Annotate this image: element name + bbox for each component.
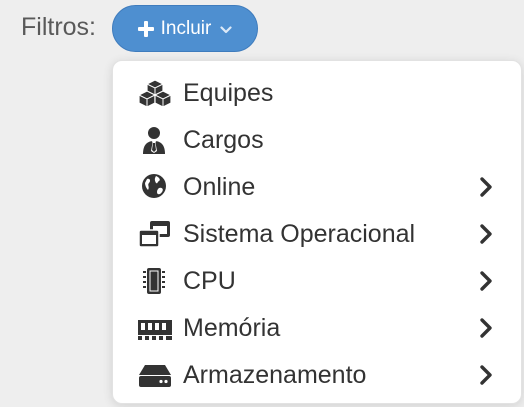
chevron-right-icon (480, 177, 492, 197)
menu-item-cargos[interactable]: Cargos (113, 117, 521, 163)
globe-icon (142, 174, 166, 198)
chevron-right-icon (480, 318, 492, 338)
chevron-down-icon (220, 25, 232, 33)
menu-item-online[interactable]: Online (113, 164, 521, 210)
cubes-icon (138, 79, 172, 107)
filter-dropdown-menu: Equipes Cargos Online Sistema Operaciona… (112, 60, 522, 404)
microchip-icon (143, 268, 165, 294)
hdd-icon (139, 365, 171, 387)
chevron-right-icon (480, 224, 492, 244)
include-button[interactable]: Incluir (112, 5, 258, 52)
menu-item-label: CPU (183, 267, 236, 295)
windows-restore-icon (138, 221, 170, 248)
menu-item-equipes[interactable]: Equipes (113, 70, 521, 116)
menu-item-label: Online (183, 173, 256, 201)
filter-bar: Filtros: Incluir (0, 0, 524, 56)
chevron-right-icon (480, 365, 492, 385)
menu-item-label: Cargos (183, 126, 264, 154)
plus-icon (137, 20, 154, 37)
memory-icon (138, 320, 172, 340)
menu-item-armazenamento[interactable]: Armazenamento (113, 352, 521, 398)
menu-item-label: Memória (183, 314, 281, 342)
filters-label: Filtros: (21, 13, 96, 41)
menu-item-memoria[interactable]: Memória (113, 305, 521, 351)
menu-item-label: Armazenamento (183, 361, 367, 389)
include-button-label: Incluir (160, 17, 212, 39)
menu-item-label: Sistema Operacional (183, 220, 416, 248)
menu-item-sistema-operacional[interactable]: Sistema Operacional (113, 211, 521, 257)
chevron-right-icon (480, 271, 492, 291)
menu-item-cpu[interactable]: CPU (113, 258, 521, 304)
menu-item-label: Equipes (183, 79, 274, 107)
user-tie-icon (143, 127, 165, 154)
